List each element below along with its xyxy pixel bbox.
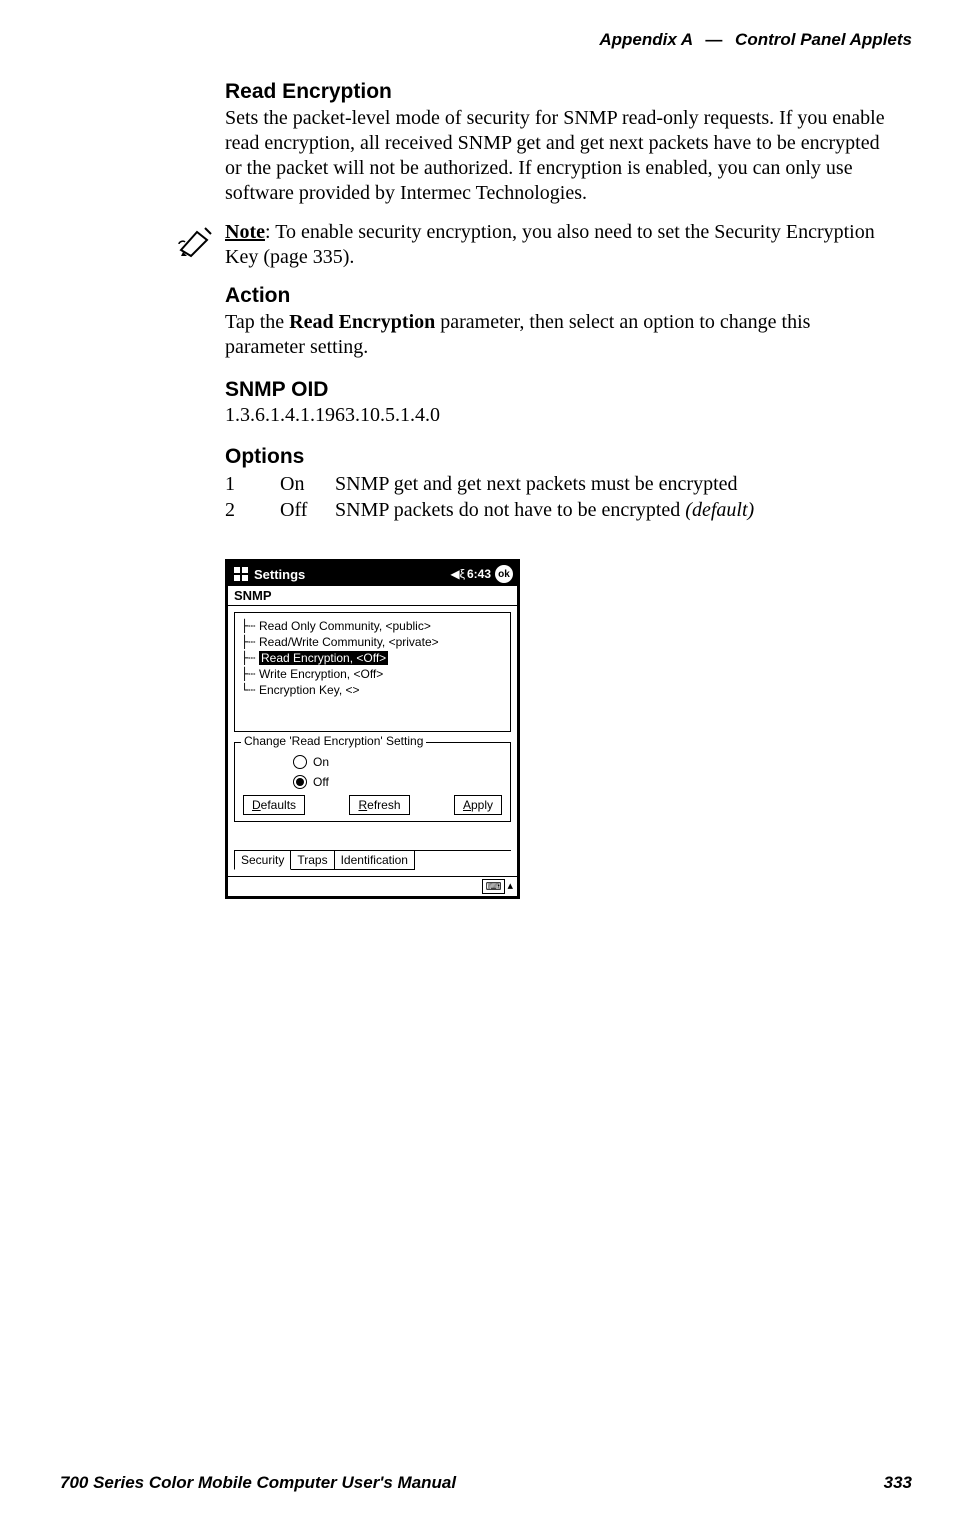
defaults-button[interactable]: Defaults (243, 795, 305, 815)
options-row: 2 Off SNMP packets do not have to be enc… (225, 497, 890, 523)
sip-bar: ⌨ ▴ (228, 876, 517, 896)
radio-off-label: Off (313, 775, 329, 789)
header-section: Control Panel Applets (735, 30, 912, 49)
sip-arrow-icon[interactable]: ▴ (507, 879, 513, 894)
page-content: Read Encryption Sets the packet-level mo… (225, 80, 890, 899)
action-body: Tap the Read Encryption parameter, then … (225, 310, 890, 360)
opt-val: On (280, 471, 335, 497)
app-title: SNMP (228, 586, 517, 606)
radio-icon (293, 775, 307, 789)
opt-num: 1 (225, 471, 280, 497)
tree-item-read-encryption[interactable]: ├┄Read Encryption, <Off> (241, 651, 506, 665)
snmp-oid-title: SNMP OID (225, 378, 890, 402)
action-param: Read Encryption (289, 311, 435, 333)
options-table: 1 On SNMP get and get next packets must … (225, 471, 890, 523)
start-icon[interactable] (232, 565, 250, 583)
snmp-oid-value: 1.3.6.1.4.1.1963.10.5.1.4.0 (225, 404, 890, 427)
tab-identification[interactable]: Identification (334, 851, 415, 870)
footer-title: 700 Series Color Mobile Computer User's … (60, 1473, 456, 1493)
action-title: Action (225, 284, 890, 308)
header-dash: — (705, 30, 722, 49)
tabs: Security Traps Identification (234, 850, 511, 870)
read-encryption-title: Read Encryption (225, 80, 890, 104)
running-header: Appendix A — Control Panel Applets (599, 30, 912, 50)
note-sep: : (265, 221, 275, 243)
read-encryption-body: Sets the packet-level mode of security f… (225, 106, 890, 206)
apply-button[interactable]: Apply (454, 795, 502, 815)
speaker-icon[interactable]: ◀ξ (450, 567, 465, 581)
radio-icon (293, 755, 307, 769)
radio-on-label: On (313, 755, 329, 769)
refresh-button[interactable]: Refresh (349, 795, 409, 815)
page-number: 333 (884, 1473, 912, 1493)
page-footer: 700 Series Color Mobile Computer User's … (60, 1473, 912, 1493)
change-setting-group: Change 'Read Encryption' Setting On Off … (234, 742, 511, 822)
note-body: To enable security encryption, you also … (225, 221, 875, 268)
note-hand-icon (177, 222, 217, 263)
radio-on[interactable]: On (293, 755, 502, 769)
ok-button[interactable]: ok (495, 565, 513, 583)
group-legend: Change 'Read Encryption' Setting (241, 734, 426, 748)
opt-val: Off (280, 497, 335, 523)
button-row: Defaults Refresh Apply (243, 795, 502, 815)
options-title: Options (225, 445, 890, 469)
tab-security[interactable]: Security (234, 851, 291, 870)
keyboard-icon[interactable]: ⌨ (482, 879, 506, 894)
tree-item-read-only-community[interactable]: ├┄Read Only Community, <public> (241, 619, 506, 633)
snmp-panel: ├┄Read Only Community, <public> ├┄Read/W… (228, 606, 517, 876)
note-label: Note (225, 221, 265, 243)
action-pre: Tap the (225, 311, 289, 333)
window-title: Settings (254, 567, 448, 582)
titlebar: Settings ◀ξ 6:43 ok (228, 562, 517, 586)
opt-desc: SNMP get and get next packets must be en… (335, 471, 890, 497)
radio-off[interactable]: Off (293, 775, 502, 789)
options-row: 1 On SNMP get and get next packets must … (225, 471, 890, 497)
clock: 6:43 (467, 567, 491, 581)
opt-desc: SNMP packets do not have to be encrypted… (335, 497, 890, 523)
tree-item-write-encryption[interactable]: ├┄Write Encryption, <Off> (241, 667, 506, 681)
tab-traps[interactable]: Traps (290, 851, 334, 870)
note-block: Note: To enable security encryption, you… (177, 220, 890, 270)
tree-item-encryption-key[interactable]: └┄Encryption Key, <> (241, 683, 506, 697)
settings-screenshot: Settings ◀ξ 6:43 ok SNMP ├┄Read Only Com… (225, 559, 520, 899)
snmp-tree[interactable]: ├┄Read Only Community, <public> ├┄Read/W… (234, 612, 511, 732)
opt-num: 2 (225, 497, 280, 523)
note-text: Note: To enable security encryption, you… (225, 220, 890, 270)
tree-item-readwrite-community[interactable]: ├┄Read/Write Community, <private> (241, 635, 506, 649)
header-appendix: Appendix A (599, 30, 692, 49)
